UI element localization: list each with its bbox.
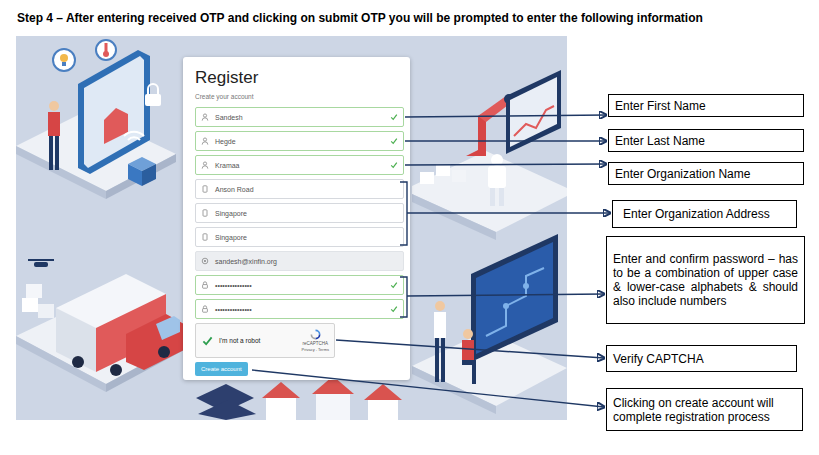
create-account-button[interactable]: Create account <box>195 362 248 376</box>
person-icon <box>201 137 209 145</box>
field-list: Sandesh Hegde Kramaa Anson Road Singapore Sin… <box>195 107 404 319</box>
callout-box: Enter Last Name <box>608 129 804 152</box>
location-icon <box>201 185 209 193</box>
truck <box>56 274 184 376</box>
check-icon <box>390 161 398 169</box>
connector <box>405 115 606 117</box>
manual-page: Step 4 – After entering received OTP and… <box>0 0 819 455</box>
callout-text: Enter Last Name <box>615 134 705 148</box>
name-field[interactable]: Hegde <box>195 131 404 151</box>
screenshot-panel: Register Create your account Sandesh Hegde K… <box>16 36 567 420</box>
password-field[interactable]: ••••••••••••••• <box>195 275 404 295</box>
check-icon <box>390 305 398 313</box>
parcel-stack <box>22 284 54 318</box>
callout-text: Verify CAPTCHA <box>613 352 704 366</box>
large-monitor <box>471 234 558 362</box>
captcha-checkbox[interactable] <box>201 334 214 347</box>
person-icon <box>201 113 209 121</box>
form-subtitle: Create your account <box>195 92 404 101</box>
person <box>48 101 60 170</box>
field-value: ••••••••••••••• <box>215 281 384 290</box>
password-bracket <box>400 277 407 317</box>
address-field[interactable]: Singapore <box>195 203 404 223</box>
check-icon <box>390 113 398 121</box>
field-value: Singapore <box>215 233 398 242</box>
address-field[interactable]: Singapore <box>195 227 404 247</box>
wifi <box>124 132 144 140</box>
connector <box>407 212 610 213</box>
callout-text: Enter Organization Name <box>615 167 750 181</box>
field-value: ••••••••••••••• <box>215 305 384 314</box>
lock <box>145 84 161 106</box>
chart-monitor <box>506 70 561 154</box>
address-field[interactable]: Anson Road <box>195 179 404 199</box>
callout-text: Enter First Name <box>615 99 706 113</box>
boxes <box>420 164 466 184</box>
form-title: Register <box>195 68 404 88</box>
callout-text: Enter and confirm password – has to be a… <box>613 252 798 308</box>
robot <box>488 154 506 206</box>
step-heading: Step 4 – After entering received OTP and… <box>0 0 819 26</box>
field-value: Hegde <box>215 137 384 146</box>
lock-icon <box>201 281 209 289</box>
connector <box>405 140 606 141</box>
field-value: Anson Road <box>215 185 398 194</box>
standing-person <box>434 301 446 382</box>
address-bracket <box>400 182 407 245</box>
name-field[interactable]: Sandesh <box>195 107 404 127</box>
name-field[interactable]: Kramaa <box>195 155 404 175</box>
captcha: I'm not a robot reCAPTCHAPrivacy - Terms <box>195 323 335 358</box>
connector <box>336 340 604 358</box>
callout-box: Enter First Name <box>608 94 804 117</box>
field-value: Sandesh <box>215 113 384 122</box>
person-icon <box>201 161 209 169</box>
cube <box>128 157 156 186</box>
email-field[interactable]: sandesh@xinfin.org <box>195 251 404 271</box>
bulb-badge <box>53 49 75 71</box>
factory-platform <box>412 151 567 240</box>
check-icon <box>390 137 398 145</box>
password-field[interactable]: ••••••••••••••• <box>195 299 404 319</box>
callout-box: Verify CAPTCHA <box>606 345 797 372</box>
field-value: Kramaa <box>215 161 384 170</box>
captcha-links[interactable]: Privacy - Terms <box>302 347 329 352</box>
email-icon <box>201 257 209 265</box>
checkmark-icon <box>202 335 213 347</box>
recaptcha-logo-icon <box>310 329 321 340</box>
drone <box>28 260 54 267</box>
callout-box: Enter Organization Name <box>608 162 804 185</box>
tablet <box>78 50 150 174</box>
lock-icon <box>201 305 209 313</box>
callout-box: Enter and confirm password – has to be a… <box>606 236 805 324</box>
location-icon <box>201 233 209 241</box>
houses <box>262 376 402 420</box>
sitting-person <box>462 329 476 384</box>
captcha-brand: reCAPTCHAPrivacy - Terms <box>302 329 329 352</box>
connector <box>252 370 604 407</box>
field-value: Singapore <box>215 209 398 218</box>
register-form: Register Create your account Sandesh Hegde K… <box>183 57 410 380</box>
callout-text: Clicking on create account will complete… <box>613 396 796 424</box>
field-value: sandesh@xinfin.org <box>215 257 398 266</box>
captcha-label: I'm not a robot <box>219 337 297 345</box>
connector <box>407 294 604 296</box>
check-icon <box>390 281 398 289</box>
callout-box: Enter Organization Address <box>612 200 797 228</box>
location-icon <box>201 209 209 217</box>
callout-box: Clicking on create account will complete… <box>606 388 803 431</box>
thermometer-badge <box>96 40 116 60</box>
connector <box>405 164 606 165</box>
solar-panels <box>196 384 256 420</box>
captcha-brand-name: reCAPTCHA <box>303 341 329 346</box>
callout-text: Enter Organization Address <box>623 207 770 221</box>
